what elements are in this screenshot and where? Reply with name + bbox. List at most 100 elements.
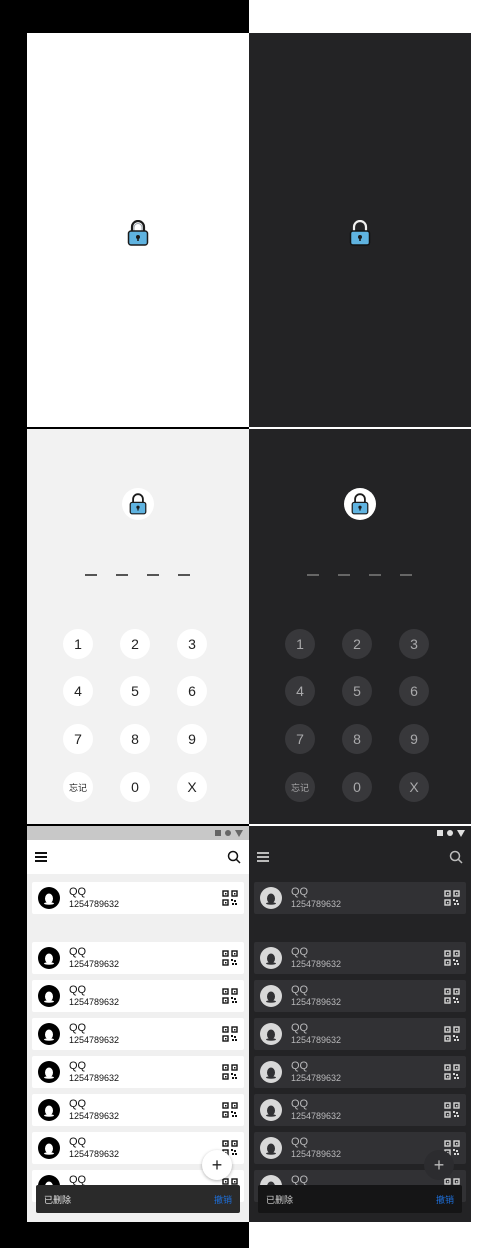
item-subtitle: 1254789632: [291, 1149, 342, 1159]
item-subtitle: 1254789632: [69, 959, 120, 969]
key-7[interactable]: 7: [285, 724, 315, 754]
item-title: QQ: [69, 984, 87, 996]
key-0[interactable]: 0: [120, 772, 150, 802]
qq-penguin-icon: [38, 1137, 60, 1159]
key-8[interactable]: 8: [342, 724, 372, 754]
item-title: QQ: [69, 1060, 87, 1072]
item-subtitle: 1254789632: [69, 1035, 120, 1045]
status-bar: [249, 826, 471, 840]
undo-button[interactable]: 撤销: [214, 1193, 232, 1206]
qq-penguin-icon: [260, 1023, 282, 1045]
snackbar: 已删除 撤销: [258, 1185, 462, 1213]
snackbar-message: 已删除: [266, 1194, 294, 1205]
qq-penguin-icon: [38, 985, 60, 1007]
qr-code-icon[interactable]: [444, 950, 460, 966]
list-item[interactable]: QQ1254789632: [32, 1094, 244, 1126]
list-item[interactable]: QQ1254789632: [254, 1056, 466, 1088]
key-1[interactable]: 1: [63, 629, 93, 659]
key-delete[interactable]: X: [177, 772, 207, 802]
list-item[interactable]: QQ1254789632: [254, 1018, 466, 1050]
key-2[interactable]: 2: [342, 629, 372, 659]
item-subtitle: 1254789632: [291, 1073, 342, 1083]
list-item[interactable]: QQ1254789632: [254, 882, 466, 914]
key-5[interactable]: 5: [342, 676, 372, 706]
list-item[interactable]: QQ1254789632: [32, 942, 244, 974]
list-screen-light: QQ 1254789632 QQ 1254789632 QQ 1254789632 QQ 12…: [27, 826, 249, 1222]
key-1[interactable]: 1: [285, 629, 315, 659]
item-title: QQ: [291, 984, 309, 996]
list-item[interactable]: QQ1254789632: [32, 980, 244, 1012]
list-screen-dark: QQ 1254789632 QQ 1254789632 QQ 1254789632 QQ 12…: [249, 826, 471, 1222]
qr-code-icon[interactable]: [222, 890, 238, 906]
app-bar: [249, 840, 471, 874]
qq-penguin-icon: [38, 1023, 60, 1045]
item-subtitle: 1254789632: [291, 1111, 342, 1121]
list-item[interactable]: QQ1254789632: [32, 1018, 244, 1050]
qq-penguin-icon: [260, 1099, 282, 1121]
list-item[interactable]: QQ1254789632: [32, 882, 244, 914]
key-delete[interactable]: X: [399, 772, 429, 802]
splash-screen-dark: [249, 33, 471, 427]
item-subtitle: 1254789632: [69, 1149, 120, 1159]
key-6[interactable]: 6: [177, 676, 207, 706]
key-9[interactable]: 9: [399, 724, 429, 754]
padlock-icon: [127, 220, 149, 246]
qr-code-icon[interactable]: [222, 1102, 238, 1118]
qq-penguin-icon: [260, 1061, 282, 1083]
qq-penguin-icon: [38, 887, 60, 909]
splash-screen-light: [27, 33, 249, 427]
status-bar: [27, 826, 249, 840]
qr-code-icon[interactable]: [222, 988, 238, 1004]
key-forget[interactable]: 忘记: [285, 772, 315, 802]
qr-code-icon[interactable]: [222, 1064, 238, 1080]
qr-code-icon[interactable]: [444, 1102, 460, 1118]
qq-penguin-icon: [260, 887, 282, 909]
item-subtitle: 1254789632: [69, 899, 120, 909]
search-icon[interactable]: [449, 850, 463, 864]
add-button[interactable]: +: [202, 1150, 232, 1180]
search-icon[interactable]: [227, 850, 241, 864]
key-3[interactable]: 3: [399, 629, 429, 659]
qr-code-icon[interactable]: [444, 1064, 460, 1080]
hamburger-menu-icon[interactable]: [35, 852, 47, 862]
hamburger-menu-icon[interactable]: [257, 852, 269, 862]
item-subtitle: 1254789632: [69, 1073, 120, 1083]
item-subtitle: 1254789632: [291, 899, 342, 909]
item-subtitle: 1254789632: [291, 1035, 342, 1045]
key-2[interactable]: 2: [120, 629, 150, 659]
item-title: QQ: [291, 1022, 309, 1034]
padlock-icon: [344, 488, 376, 520]
qr-code-icon[interactable]: [222, 950, 238, 966]
qr-code-icon[interactable]: [444, 988, 460, 1004]
key-5[interactable]: 5: [120, 676, 150, 706]
list-item[interactable]: QQ1254789632: [254, 942, 466, 974]
qr-code-icon[interactable]: [222, 1026, 238, 1042]
pin-entry-indicator: [27, 574, 249, 576]
key-0[interactable]: 0: [342, 772, 372, 802]
qr-code-icon[interactable]: [444, 1026, 460, 1042]
qq-penguin-icon: [260, 985, 282, 1007]
key-7[interactable]: 7: [63, 724, 93, 754]
item-title: QQ: [291, 1136, 309, 1148]
item-title: QQ: [69, 1098, 87, 1110]
item-title: QQ: [69, 1136, 87, 1148]
app-bar: [27, 840, 249, 874]
snackbar: 已删除 撤销: [36, 1185, 240, 1213]
qq-penguin-icon: [260, 947, 282, 969]
list-item[interactable]: QQ1254789632: [254, 980, 466, 1012]
list-item[interactable]: QQ1254789632: [254, 1094, 466, 1126]
pin-entry-indicator: [249, 574, 471, 576]
key-4[interactable]: 4: [63, 676, 93, 706]
key-8[interactable]: 8: [120, 724, 150, 754]
key-3[interactable]: 3: [177, 629, 207, 659]
key-9[interactable]: 9: [177, 724, 207, 754]
undo-button[interactable]: 撤销: [436, 1193, 454, 1206]
key-4[interactable]: 4: [285, 676, 315, 706]
key-6[interactable]: 6: [399, 676, 429, 706]
item-title: QQ: [291, 886, 309, 898]
add-button[interactable]: +: [424, 1150, 454, 1180]
item-title: QQ: [291, 946, 309, 958]
qr-code-icon[interactable]: [444, 890, 460, 906]
list-item[interactable]: QQ1254789632: [32, 1056, 244, 1088]
key-forget[interactable]: 忘记: [63, 772, 93, 802]
